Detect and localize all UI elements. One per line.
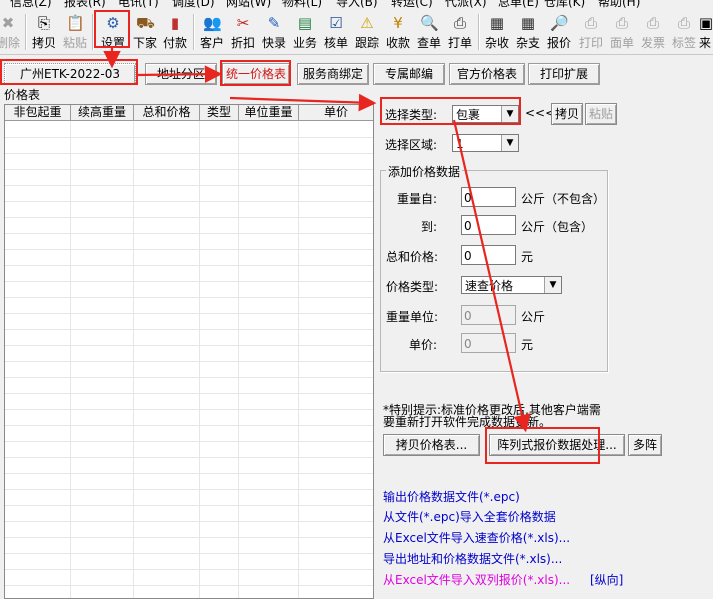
annotation-arrows bbox=[103, 48, 531, 433]
arrow-account-to-unified bbox=[135, 65, 223, 83]
arrow-unified-to-type bbox=[229, 93, 377, 112]
arrow-type-to-matrix bbox=[452, 119, 531, 433]
